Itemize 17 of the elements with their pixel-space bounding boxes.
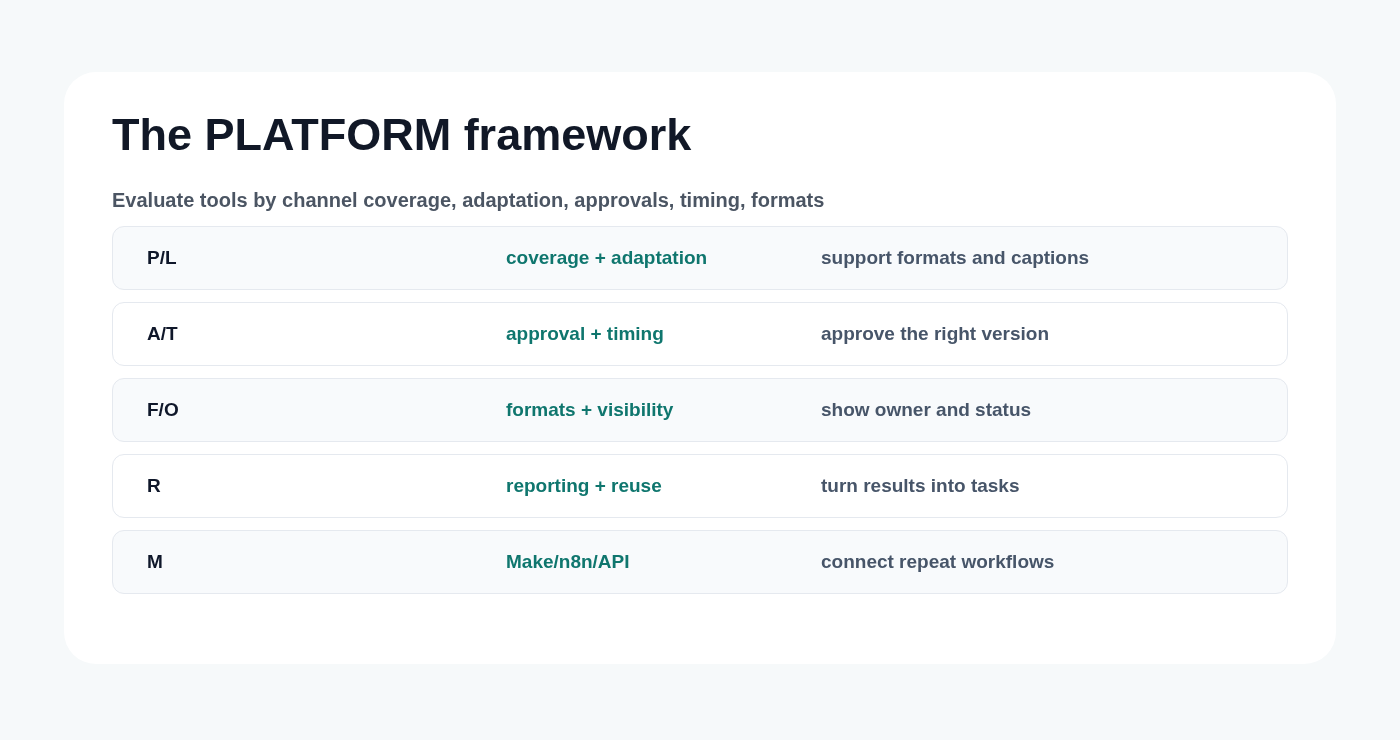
row-letters: P/L xyxy=(147,247,178,269)
subtitle: Evaluate tools by channel coverage, adaptation, approvals, timing, formats xyxy=(112,188,826,212)
row-focus: Make/n8n/API xyxy=(506,551,631,573)
page-title: The PLATFORM framework xyxy=(112,108,693,162)
row-action: approve the right version xyxy=(821,323,1051,345)
row-focus: approval + timing xyxy=(506,323,665,345)
row-action: support formats and captions xyxy=(821,247,1091,269)
row-letters: R xyxy=(147,475,162,497)
row-focus: reporting + reuse xyxy=(506,475,663,497)
row-action: show owner and status xyxy=(821,399,1033,421)
row-focus: formats + visibility xyxy=(506,399,675,421)
row-action: turn results into tasks xyxy=(821,475,1021,497)
row-letters: M xyxy=(147,551,164,573)
row-focus: coverage + adaptation xyxy=(506,247,709,269)
row-action: connect repeat workflows xyxy=(821,551,1056,573)
row-letters: A/T xyxy=(147,323,179,345)
row-letters: F/O xyxy=(147,399,180,421)
